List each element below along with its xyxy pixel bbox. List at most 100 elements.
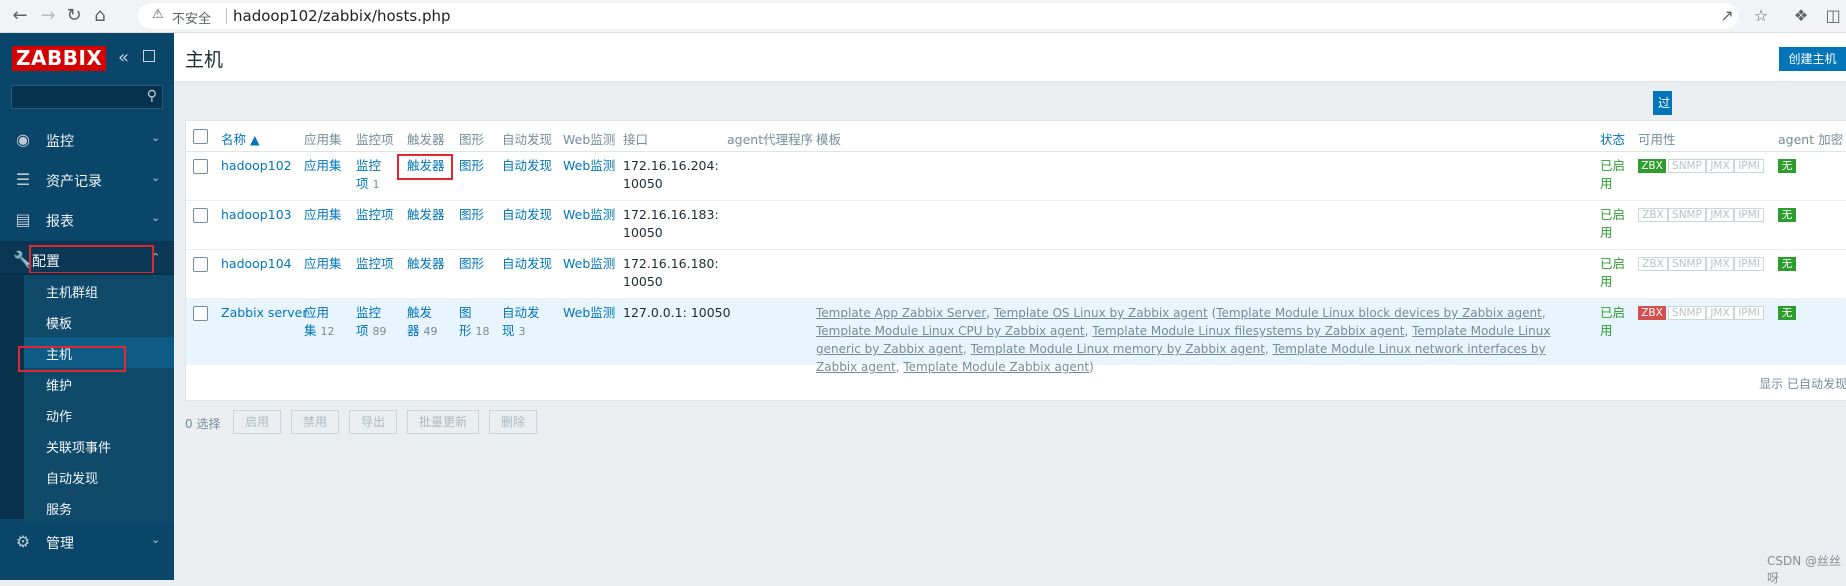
status-enabled-link[interactable]: 已启 <box>1600 158 1625 173</box>
collapse-sidebar-icon[interactable]: « <box>118 47 129 68</box>
interface-text: 172.16.16.180: <box>623 256 719 271</box>
encryption-badge: 无 <box>1778 257 1796 271</box>
search-icon[interactable]: ⚲ <box>147 88 157 104</box>
menu-reports-label: 报表 <box>46 214 74 230</box>
menu-administration[interactable]: ⚙ 管理 ⌄ <box>0 523 174 561</box>
discovery-link-line2[interactable]: 现 <box>502 323 515 338</box>
template-link[interactable]: Template Module Linux CPU by Zabbix agen… <box>816 324 1085 338</box>
delete-button[interactable]: 删除 <box>489 410 537 434</box>
col-status[interactable]: 状态 <box>1600 129 1625 148</box>
export-button[interactable]: 导出 <box>349 410 397 434</box>
mass-update-button[interactable]: 批量更新 <box>407 410 479 434</box>
submenu-discovery[interactable]: 自动发现 <box>24 461 174 492</box>
table-row: hadoop103 应用集 监控项 触发器 图形 自动发现 Web监测 172.… <box>186 200 1846 249</box>
menu-reports[interactable]: ▤ 报表 ⌄ <box>0 201 174 239</box>
submenu-host-groups[interactable]: 主机群组 <box>24 275 174 306</box>
status-enabled-line2[interactable]: 用 <box>1600 225 1613 240</box>
kiosk-mode-icon[interactable] <box>143 50 155 62</box>
star-icon[interactable]: ☆ <box>1750 5 1772 27</box>
create-host-button[interactable]: 创建主机 <box>1779 47 1846 71</box>
filter-tab-button[interactable]: 过 <box>1653 91 1672 115</box>
applications-link-line2[interactable]: 集 <box>304 323 317 338</box>
extensions-icon[interactable]: ❖ <box>1790 5 1812 27</box>
graphs-link[interactable]: 图形 <box>459 158 484 173</box>
sidepanel-icon[interactable]: ◫ <box>1822 5 1844 27</box>
discovery-link[interactable]: 自动发现 <box>502 256 552 271</box>
applications-link[interactable]: 应用集 <box>304 158 342 173</box>
col-name[interactable]: 名称 ▲ <box>221 129 260 148</box>
discovery-link[interactable]: 自动发现 <box>502 158 552 173</box>
reload-icon[interactable]: ↻ <box>62 4 86 28</box>
home-icon[interactable]: ⌂ <box>88 4 112 28</box>
status-enabled-line2[interactable]: 用 <box>1600 323 1613 338</box>
triggers-link[interactable]: 触发 <box>407 305 432 320</box>
status-enabled-line2[interactable]: 用 <box>1600 176 1613 191</box>
zabbix-logo[interactable]: ZABBIX <box>12 46 107 71</box>
applications-link[interactable]: 应用 <box>304 305 329 320</box>
configuration-submenu: 主机群组 模板 主机 维护 动作 关联项事件 自动发现 服务 <box>0 273 174 523</box>
interface-port: 10050 <box>623 176 663 191</box>
disable-button[interactable]: 禁用 <box>291 410 339 434</box>
interface-port: 10050 <box>623 274 663 289</box>
row-checkbox[interactable] <box>193 306 208 321</box>
web-link[interactable]: Web监测 <box>563 256 615 271</box>
submenu-templates[interactable]: 模板 <box>24 306 174 337</box>
sidebar-search-input[interactable]: ⚲ <box>11 85 163 109</box>
status-enabled-link[interactable]: 已启 <box>1600 207 1625 222</box>
address-bar[interactable]: ⚠ 不安全 hadoop102/zabbix/hosts.php <box>138 3 1738 29</box>
items-link-line2[interactable]: 项 <box>356 176 369 191</box>
interface-port: 10050 <box>623 225 663 240</box>
arrow-right-icon[interactable]: → <box>36 4 60 28</box>
template-link[interactable]: Template Module Zabbix agent <box>903 360 1089 374</box>
url-text[interactable]: hadoop102/zabbix/hosts.php <box>233 7 451 25</box>
web-link[interactable]: Web监测 <box>563 305 615 320</box>
submenu-services[interactable]: 服务 <box>24 492 174 523</box>
template-link[interactable]: Template Module Linux block devices by Z… <box>1216 306 1542 320</box>
template-link[interactable]: Template Module Linux filesystems by Zab… <box>1092 324 1404 338</box>
host-name-link[interactable]: hadoop104 <box>221 256 292 271</box>
submenu-maintenance[interactable]: 维护 <box>24 368 174 399</box>
share-icon[interactable]: ↗ <box>1716 5 1738 27</box>
row-checkbox[interactable] <box>193 208 208 223</box>
host-name-link[interactable]: hadoop103 <box>221 207 292 222</box>
enable-button[interactable]: 启用 <box>233 410 281 434</box>
graphs-link[interactable]: 图 <box>459 305 472 320</box>
select-all-checkbox[interactable] <box>193 129 208 144</box>
template-link[interactable]: Template App Zabbix Server <box>816 306 986 320</box>
triggers-link[interactable]: 触发器 <box>407 207 445 222</box>
host-name-link[interactable]: Zabbix server <box>221 305 308 320</box>
menu-inventory[interactable]: ☰ 资产记录 ⌄ <box>0 161 174 199</box>
submenu-actions[interactable]: 动作 <box>24 399 174 430</box>
applications-link[interactable]: 应用集 <box>304 256 342 271</box>
items-link[interactable]: 监控 <box>356 158 381 173</box>
triggers-link-line2[interactable]: 器 <box>407 323 420 338</box>
row-checkbox[interactable] <box>193 159 208 174</box>
items-link-line2[interactable]: 项 <box>356 323 369 338</box>
web-link[interactable]: Web监测 <box>563 158 615 173</box>
graphs-link[interactable]: 图形 <box>459 207 484 222</box>
col-templates: 模板 <box>816 132 842 147</box>
graphs-link-line2[interactable]: 形 <box>459 323 472 338</box>
chevron-down-icon: ⌄ <box>151 533 161 546</box>
submenu-event-correlation[interactable]: 关联项事件 <box>24 430 174 461</box>
discovery-link[interactable]: 自动发 <box>502 305 540 320</box>
status-enabled-line2[interactable]: 用 <box>1600 274 1613 289</box>
items-link[interactable]: 监控项 <box>356 256 394 271</box>
host-name-link[interactable]: hadoop102 <box>221 158 292 173</box>
status-enabled-link[interactable]: 已启 <box>1600 305 1625 320</box>
menu-monitoring[interactable]: ◉ 监控 ⌄ <box>0 121 174 159</box>
triggers-link[interactable]: 触发器 <box>407 256 445 271</box>
template-link[interactable]: Template OS Linux by Zabbix agent <box>994 306 1208 320</box>
row-checkbox[interactable] <box>193 257 208 272</box>
template-link[interactable]: Template Module Linux memory by Zabbix a… <box>971 342 1265 356</box>
col-discovery: 自动发现 <box>502 132 553 147</box>
status-enabled-link[interactable]: 已启 <box>1600 256 1625 271</box>
graphs-link[interactable]: 图形 <box>459 256 484 271</box>
discovery-link[interactable]: 自动发现 <box>502 207 552 222</box>
arrow-left-icon[interactable]: ← <box>8 4 32 28</box>
interface-text: 172.16.16.204: <box>623 158 719 173</box>
items-link[interactable]: 监控项 <box>356 207 394 222</box>
applications-link[interactable]: 应用集 <box>304 207 342 222</box>
items-link[interactable]: 监控 <box>356 305 381 320</box>
web-link[interactable]: Web监测 <box>563 207 615 222</box>
